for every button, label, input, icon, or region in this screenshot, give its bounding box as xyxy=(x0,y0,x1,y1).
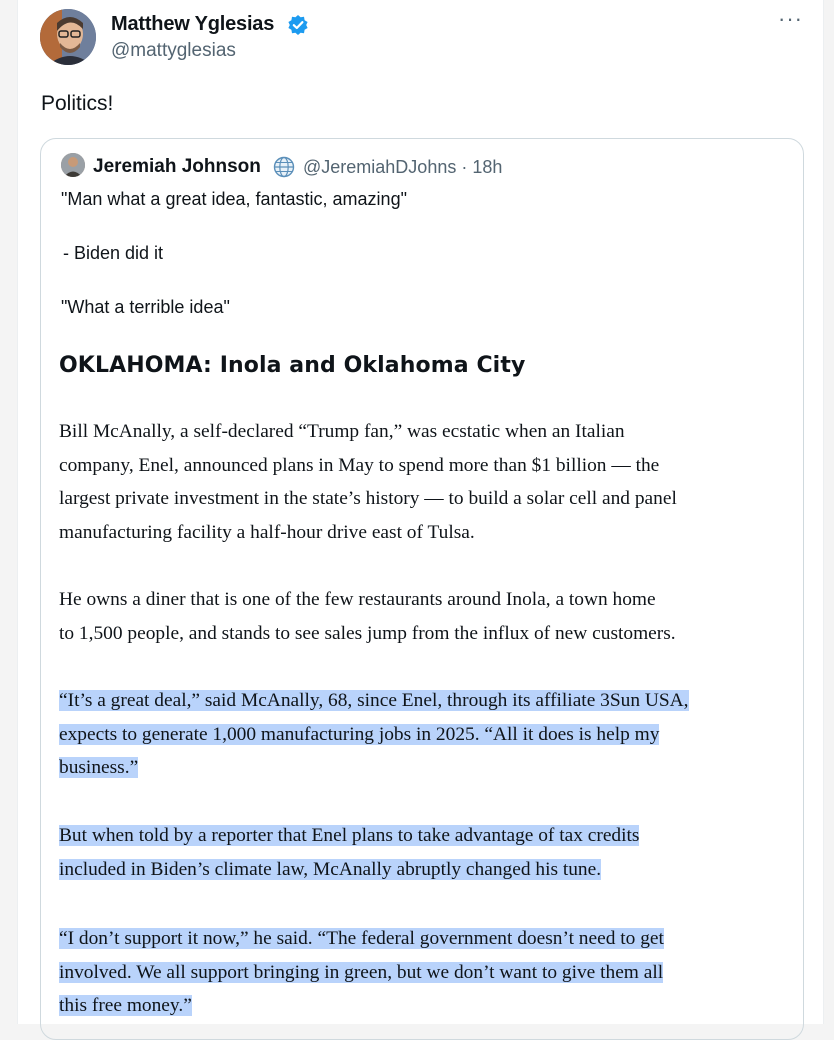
article-line: to 1,500 people, and stands to see sales… xyxy=(59,622,676,644)
tweet-card: Matthew Yglesias @mattyglesias ··· Polit… xyxy=(17,0,824,1040)
quoted-author-name[interactable]: Jeremiah Johnson xyxy=(93,156,261,178)
more-options-icon[interactable]: ··· xyxy=(778,6,803,32)
article-paragraph: Bill McAnally, a self-declared “Trump fa… xyxy=(59,415,799,549)
article-line: largest private investment in the state’… xyxy=(59,488,677,509)
article-heading: OKLAHOMA: Inola and Oklahoma City xyxy=(59,353,526,378)
verified-badge-icon xyxy=(288,15,308,35)
quoted-text-line: "What a terrible idea" xyxy=(61,297,230,317)
highlighted-line: expects to generate 1,000 manufacturing … xyxy=(59,723,660,745)
highlighted-line: business.” xyxy=(59,757,139,778)
highlighted-line: this free money.” xyxy=(59,995,192,1016)
quoted-text-line: "Man what a great idea, fantastic, amazi… xyxy=(61,189,407,209)
article-line: manufacturing facility a half-hour drive… xyxy=(59,521,475,543)
quoted-author-avatar[interactable] xyxy=(61,153,85,177)
article-line: company, Enel, announced plans in May to… xyxy=(59,454,660,476)
tweet-text: Politics! xyxy=(41,92,114,115)
globe-icon xyxy=(273,156,295,178)
quoted-tweet[interactable]: Jeremiah Johnson @JeremiahDJohns · 18h "… xyxy=(40,138,804,1040)
highlighted-line: “It’s a great deal,” said McAnally, 68, … xyxy=(59,690,689,711)
highlighted-line: But when told by a reporter that Enel pl… xyxy=(59,825,640,846)
article-paragraph: He owns a diner that is one of the few r… xyxy=(59,583,799,650)
highlighted-line: included in Biden’s climate law, McAnall… xyxy=(59,858,602,880)
highlighted-line: “I don’t support it now,” he said. “The … xyxy=(59,928,664,949)
highlighted-paragraph: “It’s a great deal,” said McAnally, 68, … xyxy=(59,684,799,785)
highlighted-line: involved. We all support bringing in gre… xyxy=(59,961,664,983)
author-name[interactable]: Matthew Yglesias xyxy=(111,13,274,36)
highlighted-paragraph: “I don’t support it now,” he said. “The … xyxy=(59,922,799,1023)
article-line: Bill McAnally, a self-declared “Trump fa… xyxy=(59,421,625,442)
article-line: He owns a diner that is one of the few r… xyxy=(59,589,656,610)
highlighted-paragraph: But when told by a reporter that Enel pl… xyxy=(59,819,799,886)
author-avatar[interactable] xyxy=(40,9,96,65)
quoted-handle-time[interactable]: @JeremiahDJohns · 18h xyxy=(303,157,502,178)
quoted-text-line: - Biden did it xyxy=(63,243,164,263)
author-handle[interactable]: @mattyglesias xyxy=(111,40,236,62)
